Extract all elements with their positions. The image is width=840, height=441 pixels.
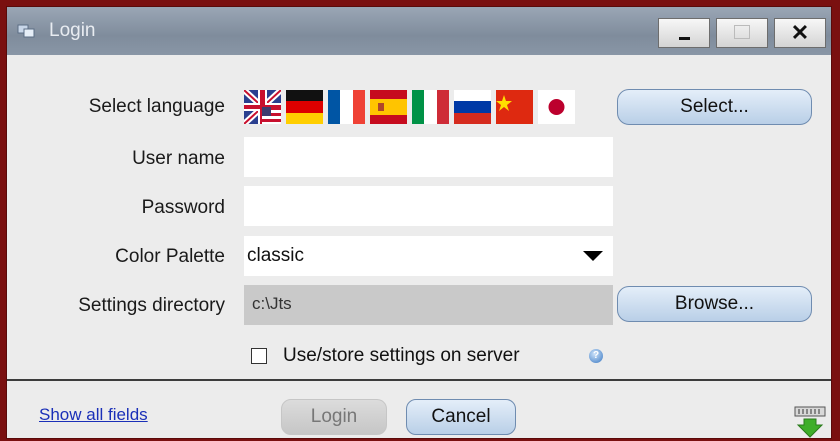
cancel-button[interactable]: Cancel	[406, 399, 516, 435]
store-settings-label[interactable]: Use/store settings on server	[283, 345, 520, 367]
german-flag-icon[interactable]	[286, 90, 323, 124]
download-settings-icon[interactable]	[791, 405, 829, 439]
login-button[interactable]: Login	[281, 399, 387, 435]
close-button[interactable]: ✕	[774, 18, 826, 48]
color-palette-label: Color Palette	[115, 246, 225, 267]
settings-directory-label: Settings directory	[78, 295, 225, 316]
store-settings-checkbox[interactable]	[251, 348, 267, 364]
spanish-flag-icon[interactable]	[370, 90, 407, 124]
language-flags	[244, 90, 575, 124]
minimize-button[interactable]	[658, 18, 710, 48]
close-icon: ✕	[790, 20, 810, 45]
show-all-fields-link[interactable]: Show all fields	[39, 405, 148, 425]
russian-flag-icon[interactable]	[454, 90, 491, 124]
settings-directory-value: c:\Jts	[252, 294, 292, 313]
login-window: Login ✕ Select language Select... User n…	[6, 6, 832, 439]
minimize-icon	[679, 37, 690, 40]
title-bar[interactable]: Login ✕	[7, 7, 831, 55]
language-label: Select language	[88, 96, 225, 117]
help-icon[interactable]: ?	[589, 349, 603, 363]
uk-us-flag-icon[interactable]	[244, 90, 281, 124]
password-input[interactable]	[244, 186, 613, 226]
browse-button[interactable]: Browse...	[617, 286, 812, 322]
italian-flag-icon[interactable]	[412, 90, 449, 124]
username-input[interactable]	[244, 137, 613, 177]
maximize-icon	[734, 25, 750, 39]
chinese-flag-icon[interactable]	[496, 90, 533, 124]
french-flag-icon[interactable]	[328, 90, 365, 124]
settings-directory-field: c:\Jts	[244, 285, 613, 325]
username-label: User name	[132, 148, 225, 169]
footer-divider	[7, 379, 831, 381]
japanese-flag-icon[interactable]	[538, 90, 575, 124]
password-label: Password	[141, 197, 225, 218]
dropdown-arrow-icon[interactable]	[583, 251, 603, 261]
app-icon	[17, 24, 35, 38]
color-palette-value: classic	[247, 245, 305, 266]
window-title: Login	[49, 20, 96, 41]
color-palette-select[interactable]: classic	[244, 236, 613, 276]
select-language-button[interactable]: Select...	[617, 89, 812, 125]
maximize-button[interactable]	[716, 18, 768, 48]
